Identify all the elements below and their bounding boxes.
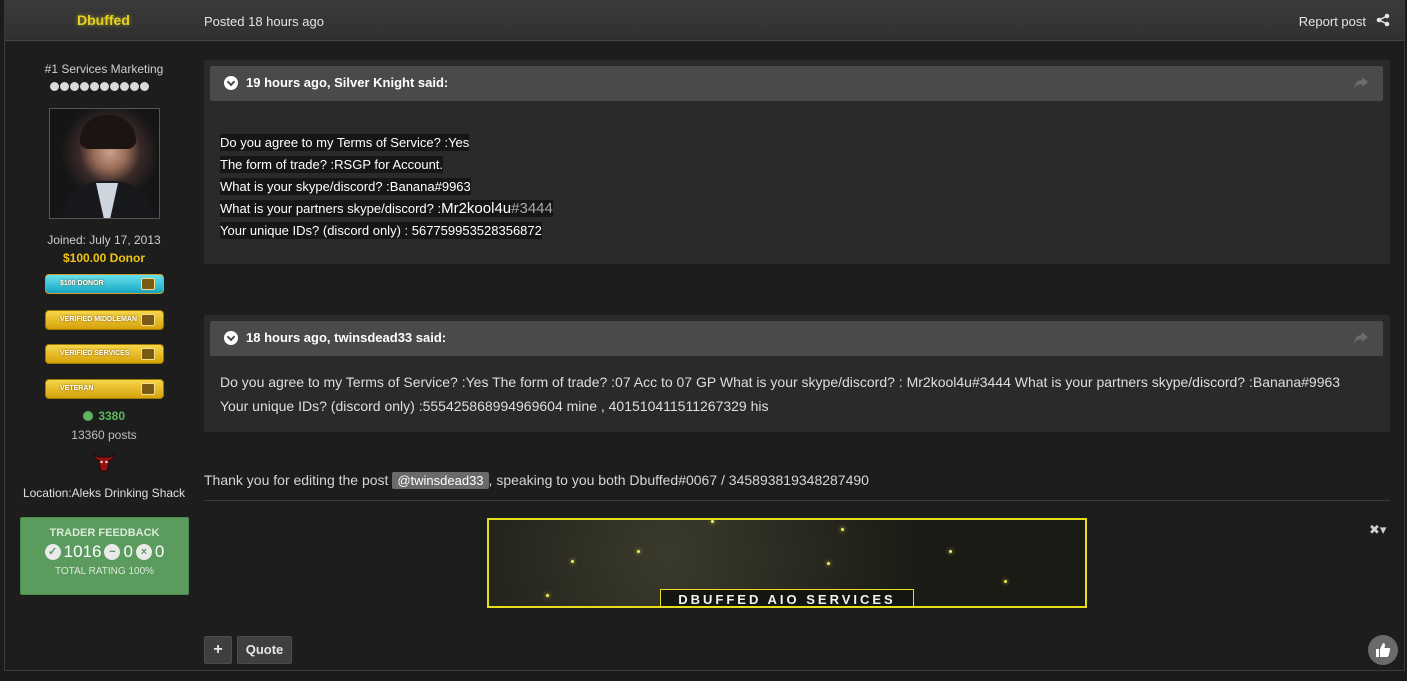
trophy-icon (141, 383, 155, 395)
feedback-negative: 0 (154, 542, 165, 561)
multiquote-button[interactable]: + (204, 636, 232, 664)
quote-line: What is your skype/discord? :Banana#9963 (220, 178, 471, 195)
quote-block: 18 hours ago, twinsdead33 said: Do you a… (204, 315, 1390, 432)
award-label: $100 DONOR (60, 280, 104, 287)
award-veteran-badge[interactable]: VETERAN (45, 379, 164, 399)
reputation: 3380 (5, 409, 203, 423)
star-medal-icon (141, 348, 155, 360)
quote-line: The form of trade? :RSGP for Account. (220, 156, 444, 173)
check-circle-icon: ✓ (44, 544, 61, 560)
share-icon[interactable] (1376, 13, 1390, 27)
like-button[interactable] (1368, 635, 1398, 665)
rank-pips (50, 82, 149, 91)
rank-pip (110, 82, 119, 91)
minus-circle-icon: − (104, 544, 121, 560)
signature-options-icon[interactable]: ✖▾ (1369, 522, 1386, 538)
award-services-badge[interactable]: VERIFIED SERVICES (45, 344, 164, 364)
member-location: Location:Aleks Drinking Shack (22, 486, 186, 500)
bull-icon (93, 452, 115, 472)
gold-bars-icon (141, 278, 155, 290)
post-timestamp[interactable]: Posted 18 hours ago (204, 14, 324, 29)
rank-pip (130, 82, 139, 91)
rank-pip (70, 82, 79, 91)
quote-line: Your unique IDs? (discord only) : 567759… (220, 222, 542, 239)
banner-title: DBUFFED AIO SERVICES (660, 589, 914, 606)
award-label: VETERAN (60, 385, 94, 392)
trader-feedback-panel[interactable]: TRADER FEEDBACK ✓ 1016 − 0 × 0 TOTAL RAT… (20, 517, 189, 595)
feedback-neutral: 0 (123, 542, 133, 561)
award-middleman-badge[interactable]: VERIFIED MIDDLEMAN (45, 310, 164, 330)
rank-pip (90, 82, 99, 91)
chevron-down-icon[interactable] (224, 76, 238, 90)
post-count: 13360 posts (71, 428, 137, 442)
go-to-quote-icon[interactable] (1353, 331, 1369, 345)
quote-line: What is your partners skype/discord? : (220, 201, 442, 216)
report-post-link[interactable]: Report post (1299, 14, 1366, 29)
signature-divider (204, 500, 1390, 501)
quote-citation: 19 hours ago, Silver Knight said: (246, 75, 449, 90)
quote-line: Do you agree to my Terms of Service? :Ye… (220, 134, 470, 151)
signature-banner[interactable]: DBUFFED AIO SERVICES (487, 518, 1087, 608)
rank-pip (60, 82, 69, 91)
rank-pip (140, 82, 149, 91)
rank-pip (120, 82, 129, 91)
partner-tag: #3444 (511, 200, 553, 217)
partner-name: Mr2kool4u (441, 200, 512, 217)
author-name[interactable]: Dbuffed (77, 12, 130, 28)
author-sidebar: #1 Services Marketing Joined: July 17, 2… (5, 41, 203, 671)
feedback-counts: ✓ 1016 − 0 × 0 (21, 542, 188, 562)
quote-citation-bar[interactable]: 18 hours ago, twinsdead33 said: (210, 321, 1383, 356)
x-circle-icon: × (135, 544, 152, 560)
quote-citation: 18 hours ago, twinsdead33 said: (246, 330, 447, 345)
feedback-total-rating: TOTAL RATING 100% (54, 566, 155, 577)
joined-date: Joined: July 17, 2013 (47, 233, 161, 247)
avatar[interactable] (49, 108, 160, 219)
user-mention[interactable]: @twinsdead33 (392, 472, 489, 489)
feedback-positive: 1016 (63, 542, 102, 561)
plus-circle-icon (82, 411, 93, 421)
award-label: VERIFIED MIDDLEMAN (60, 316, 137, 323)
quote-body: Do you agree to my Terms of Service? :Ye… (220, 132, 553, 242)
award-donor-badge[interactable]: $100 DONOR (45, 274, 164, 294)
quote-button[interactable]: Quote (237, 636, 292, 664)
thumbs-up-icon (1376, 643, 1391, 657)
award-label: VERIFIED SERVICES (60, 350, 130, 357)
rank-pip (80, 82, 89, 91)
rank-pip (50, 82, 59, 91)
reply-text: , speaking to you both Dbuffed#0067 / 34… (488, 472, 869, 488)
member-rank: #1 Services Marketing (44, 62, 164, 76)
quote-body: Do you agree to my Terms of Service? :Ye… (220, 374, 1341, 414)
go-to-quote-icon[interactable] (1353, 76, 1369, 90)
donor-title: $100.00 Donor (62, 251, 146, 265)
rank-pip (100, 82, 109, 91)
quote-citation-bar[interactable]: 19 hours ago, Silver Knight said: (210, 66, 1383, 101)
post-header: Dbuffed Posted 18 hours ago Report post (5, 1, 1404, 41)
feedback-title: TRADER FEEDBACK (49, 527, 160, 539)
quote-block: 19 hours ago, Silver Knight said: Do you… (204, 60, 1390, 264)
reputation-value: 3380 (98, 409, 126, 423)
post-container: Dbuffed Posted 18 hours ago Report post … (4, 0, 1405, 671)
post-content: Thank you for editing the post @twinsdea… (204, 472, 869, 489)
reply-text: Thank you for editing the post (204, 472, 393, 488)
handshake-icon (141, 314, 155, 326)
chevron-down-icon[interactable] (224, 331, 238, 345)
